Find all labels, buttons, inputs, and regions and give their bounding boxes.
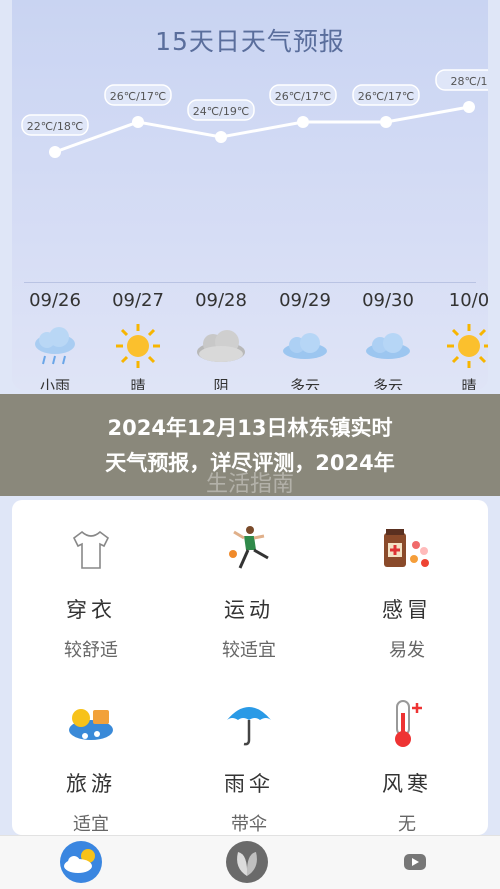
- sun-icon: [434, 324, 488, 368]
- runner-icon: [184, 522, 314, 576]
- life-item-travel[interactable]: 旅游 适宜: [26, 696, 156, 836]
- day-condition: 阴: [213, 377, 229, 390]
- life-guide-card: 穿衣 较舒适 运动 较适宜 感冒 易发 旅游 适宜 雨伞 带伞 风寒 无: [12, 500, 488, 835]
- rain-cloud-icon: [20, 325, 90, 367]
- day-condition: 小雨: [39, 377, 70, 390]
- life-value: 无: [398, 814, 416, 835]
- day-condition: 多云: [372, 377, 403, 390]
- life-value: 较舒适: [64, 640, 118, 661]
- day-column[interactable]: 09/29 多云: [270, 290, 340, 390]
- life-label: 旅游: [66, 772, 116, 796]
- day-condition: 晴: [130, 377, 146, 390]
- svg-text:26℃/17℃: 26℃/17℃: [358, 90, 414, 103]
- leaf-nav-icon[interactable]: [222, 840, 272, 884]
- temperature-point: [215, 131, 227, 143]
- temperature-label: 24℃/19℃: [187, 99, 255, 121]
- life-label: 感冒: [382, 598, 432, 622]
- svg-text:26℃/17℃: 26℃/17℃: [275, 90, 331, 103]
- travel-icon: [26, 696, 156, 750]
- svg-text:24℃/19℃: 24℃/19℃: [193, 105, 249, 118]
- life-value: 适宜: [73, 814, 109, 835]
- medicine-icon: [342, 522, 472, 576]
- day-date: 09/30: [362, 290, 414, 311]
- svg-text:28℃/1: 28℃/1: [450, 75, 487, 88]
- tshirt-icon: [26, 522, 156, 576]
- temperature-label: 26℃/17℃: [104, 84, 172, 106]
- temperature-label: 22℃/18℃: [21, 114, 89, 136]
- temperature-point: [380, 116, 392, 128]
- overcast-cloud-icon: [186, 325, 256, 367]
- life-item-dressing[interactable]: 穿衣 较舒适: [26, 522, 156, 662]
- day-column[interactable]: 09/30 多云: [353, 290, 423, 390]
- temperature-point: [463, 101, 475, 113]
- bottom-nav: [0, 835, 500, 889]
- day-date: 09/28: [195, 290, 247, 311]
- life-item-windchill[interactable]: 风寒 无: [342, 696, 472, 836]
- temperature-label: 26℃/17℃: [269, 84, 337, 106]
- day-date: 09/27: [112, 290, 164, 311]
- temperature-point: [49, 146, 61, 158]
- svg-text:22℃/18℃: 22℃/18℃: [27, 120, 83, 133]
- sun-icon: [103, 324, 173, 368]
- day-condition: 晴: [461, 377, 477, 390]
- video-nav-icon[interactable]: [394, 840, 438, 884]
- temperature-point: [132, 116, 144, 128]
- temperature-label: 26℃/17℃: [352, 84, 420, 106]
- temperature-label: 28℃/1: [435, 69, 488, 91]
- thermometer-icon: [342, 696, 472, 750]
- cloudy-icon: [270, 325, 340, 367]
- umbrella-icon: [184, 696, 314, 750]
- temperature-point: [297, 116, 309, 128]
- day-date: 10/0: [448, 290, 488, 311]
- svg-text:26℃/17℃: 26℃/17℃: [110, 90, 166, 103]
- life-value: 带伞: [231, 814, 267, 835]
- divider: [24, 282, 476, 283]
- day-date: 09/26: [29, 290, 81, 311]
- temperature-line: [54, 105, 470, 154]
- life-item-cold[interactable]: 感冒 易发: [342, 522, 472, 662]
- headline-line-1: 2024年12月13日林东镇实时: [107, 416, 393, 440]
- day-column[interactable]: 09/26 小雨: [20, 290, 90, 390]
- life-label: 穿衣: [66, 598, 116, 622]
- temperature-chart: 22℃/18℃ 26℃/17℃ 24℃/19℃ 26℃/17℃ 26℃/17℃ 28℃/1: [21, 69, 488, 158]
- life-value: 易发: [389, 640, 425, 661]
- cloudy-icon: [353, 325, 423, 367]
- day-column[interactable]: 09/27 晴: [103, 290, 173, 390]
- weather-nav-icon[interactable]: [56, 840, 106, 884]
- life-label: 雨伞: [224, 772, 274, 796]
- life-item-sport[interactable]: 运动 较适宜: [184, 522, 314, 662]
- day-column[interactable]: 10/0 晴: [434, 290, 488, 390]
- life-value: 较适宜: [222, 640, 276, 661]
- day-condition: 多云: [289, 377, 320, 390]
- forecast-card: 15天日天气预报 22℃/18℃ 26℃/17℃ 24℃/19℃ 26℃/17℃ 26℃…: [12, 0, 488, 390]
- day-column[interactable]: 09/28 阴: [186, 290, 256, 390]
- life-item-umbrella[interactable]: 雨伞 带伞: [184, 696, 314, 836]
- life-label: 运动: [224, 598, 274, 622]
- life-label: 风寒: [382, 772, 432, 796]
- day-date: 09/29: [279, 290, 331, 311]
- guide-title: 生活指南: [205, 472, 294, 497]
